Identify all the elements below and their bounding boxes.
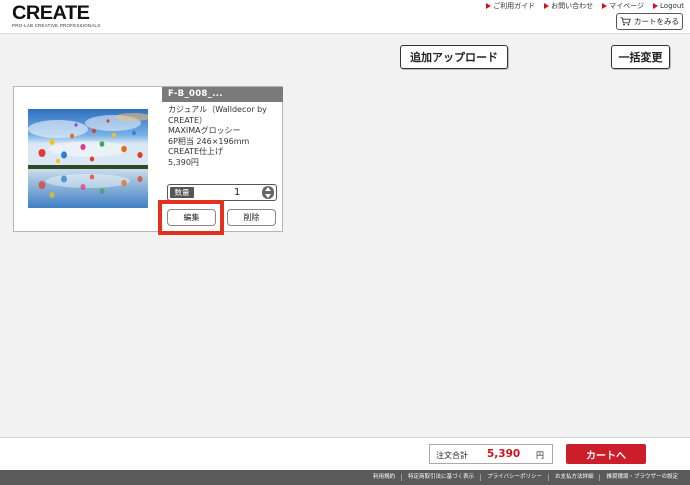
- top-links: ご利用ガイド お問い合わせ マイページ Logout: [486, 1, 684, 11]
- privacy-policy-link[interactable]: プライバシーポリシー: [480, 474, 548, 481]
- increment-icon[interactable]: [265, 187, 271, 191]
- create-logo[interactable]: CREATE PRO-LAB CREATIVE PROFESSIONALS: [12, 4, 100, 29]
- quantity-label: 数量: [170, 187, 194, 198]
- view-cart-button[interactable]: カートをみる: [616, 13, 683, 30]
- total-label: 注文合計: [436, 451, 468, 460]
- logout-link[interactable]: Logout: [653, 1, 684, 11]
- commerce-law-link[interactable]: 特定商取引法に基づく表示: [401, 474, 480, 481]
- delete-button[interactable]: 削除: [227, 209, 276, 226]
- payment-methods-link[interactable]: お支払方法詳細: [547, 474, 600, 481]
- go-to-cart-button[interactable]: カートへ: [566, 444, 646, 464]
- arrow-right-icon: [544, 3, 550, 9]
- decrement-icon[interactable]: [265, 194, 271, 198]
- mypage-link[interactable]: マイページ: [602, 1, 644, 11]
- item-description: カジュアル（Walldecor by CREATE） MAXIMAグロッシー 6…: [162, 102, 283, 168]
- total-amount: 5,390: [487, 448, 521, 460]
- balloons-photo: [28, 109, 148, 208]
- item-price: 5,390円: [168, 157, 199, 167]
- item-thumbnail: [28, 109, 148, 208]
- arrow-right-icon: [602, 3, 608, 9]
- guide-link[interactable]: ご利用ガイド: [486, 1, 535, 11]
- browser-settings-link[interactable]: 推奨環境・ブラウザーの設定: [599, 474, 684, 481]
- footer-nav: 利用規約 特定商取引法に基づく表示 プライバシーポリシー お支払方法詳細 推奨環…: [0, 470, 690, 485]
- cart-icon: [620, 17, 631, 26]
- add-upload-button[interactable]: 追加アップロード: [400, 45, 508, 69]
- logo-text: CREATE: [12, 3, 90, 24]
- item-title: F-B_008_...: [162, 87, 283, 102]
- cart-item-card: F-B_008_... カジュアル（Walldecor by CREATE） M…: [13, 86, 283, 232]
- quantity-stepper[interactable]: 数量 1: [167, 184, 277, 201]
- terms-link[interactable]: 利用規約: [367, 474, 401, 481]
- arrow-right-icon: [653, 3, 659, 9]
- site-header: CREATE PRO-LAB CREATIVE PROFESSIONALS ご利…: [0, 0, 690, 34]
- order-total: 注文合計 5,390 円: [429, 444, 553, 464]
- quantity-value: 1: [234, 187, 241, 198]
- arrow-right-icon: [486, 3, 492, 9]
- edit-button[interactable]: 編集: [167, 209, 216, 226]
- spinner-control[interactable]: [262, 186, 274, 199]
- view-cart-label: カートをみる: [634, 17, 679, 26]
- bulk-change-button[interactable]: 一括変更: [611, 45, 670, 69]
- contact-link[interactable]: お問い合わせ: [544, 1, 593, 11]
- item-detail: F-B_008_... カジュアル（Walldecor by CREATE） M…: [162, 87, 283, 232]
- total-currency: 円: [536, 451, 544, 460]
